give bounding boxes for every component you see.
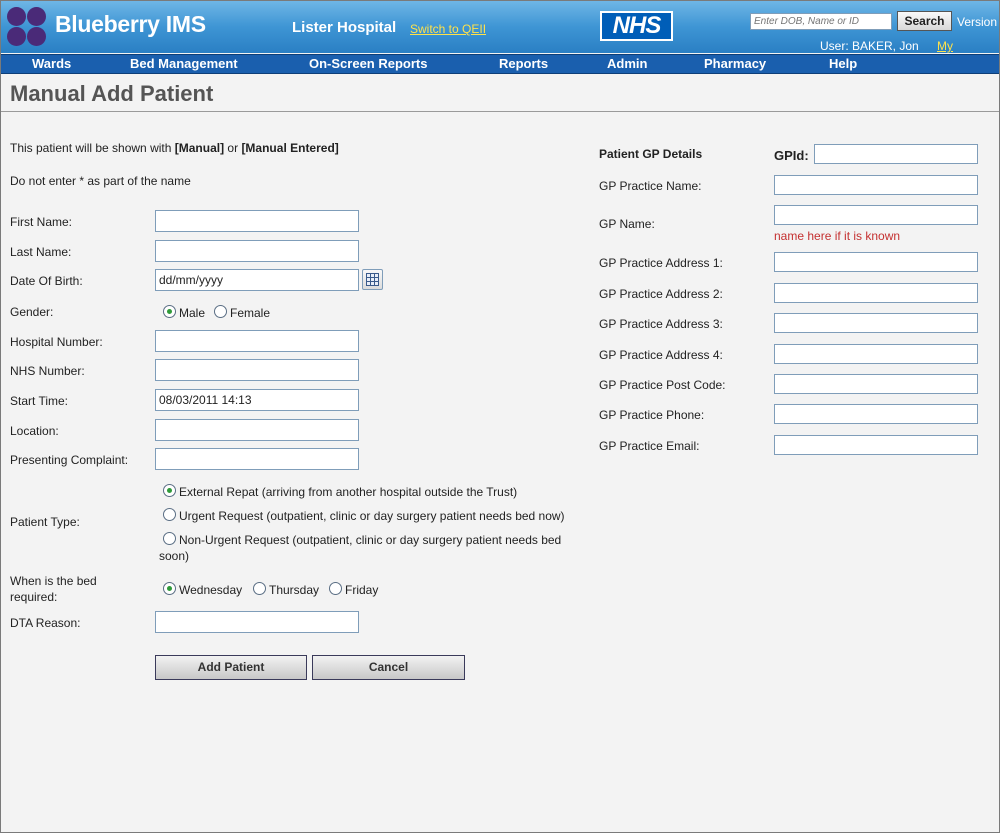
patient-type-external-radio[interactable] xyxy=(163,484,176,497)
presenting-complaint-label: Presenting Complaint: xyxy=(10,453,128,467)
nav-pharmacy[interactable]: Pharmacy xyxy=(704,56,766,71)
app-title: Blueberry IMS xyxy=(55,11,206,38)
add-patient-button[interactable]: Add Patient xyxy=(155,655,307,680)
gender-label: Gender: xyxy=(10,305,53,319)
patient-type-non-urgent-radio[interactable] xyxy=(163,532,176,545)
page-title: Manual Add Patient xyxy=(10,81,213,107)
gp-address2-field[interactable] xyxy=(774,283,978,303)
patient-type-urgent-radio[interactable] xyxy=(163,508,176,521)
location-field[interactable] xyxy=(155,419,359,441)
nhs-number-field[interactable] xyxy=(155,359,359,381)
nhs-logo: NHS xyxy=(600,11,673,41)
bed-thursday-radio[interactable] xyxy=(253,582,266,595)
gender-male-label: Male xyxy=(179,306,205,320)
gender-male-radio[interactable] xyxy=(163,305,176,318)
presenting-complaint-field[interactable] xyxy=(155,448,359,470)
hospital-name: Lister Hospital xyxy=(292,19,396,36)
title-divider xyxy=(1,111,999,112)
bed-required-label-1: When is the bed xyxy=(10,574,97,588)
bed-wednesday-radio[interactable] xyxy=(163,582,176,595)
gp-phone-label: GP Practice Phone: xyxy=(599,408,704,422)
user-label: User: BAKER, Jon xyxy=(820,39,919,53)
gp-address1-label: GP Practice Address 1: xyxy=(599,256,723,270)
gp-post-code-field[interactable] xyxy=(774,374,978,394)
gp-details-heading: Patient GP Details xyxy=(599,147,702,161)
patient-type-label: Patient Type: xyxy=(10,515,80,529)
patient-type-non-urgent-label: Non-Urgent Request (outpatient, clinic o… xyxy=(179,533,561,547)
bed-friday-radio[interactable] xyxy=(329,582,342,595)
gp-practice-name-field[interactable] xyxy=(774,175,978,195)
first-name-label: First Name: xyxy=(10,215,72,229)
bed-friday-label: Friday xyxy=(345,583,378,597)
app-header: Blueberry IMS Lister Hospital Switch to … xyxy=(1,1,999,53)
start-time-field[interactable] xyxy=(155,389,359,411)
dob-field[interactable] xyxy=(155,269,359,291)
bed-thursday-label: Thursday xyxy=(269,583,319,597)
hospital-number-label: Hospital Number: xyxy=(10,335,103,349)
manual-tag: [Manual] xyxy=(175,141,224,155)
nav-wards[interactable]: Wards xyxy=(32,56,71,71)
nav-admin[interactable]: Admin xyxy=(607,56,647,71)
calendar-icon xyxy=(366,273,379,286)
bed-wednesday-label: Wednesday xyxy=(179,583,242,597)
nav-reports[interactable]: Reports xyxy=(499,56,548,71)
nav-help[interactable]: Help xyxy=(829,56,857,71)
gp-address4-label: GP Practice Address 4: xyxy=(599,348,723,362)
blueberry-logo-icon xyxy=(7,7,47,47)
nhs-number-label: NHS Number: xyxy=(10,364,85,378)
nav-on-screen-reports[interactable]: On-Screen Reports xyxy=(309,56,427,71)
version-label: Version xyxy=(957,15,997,29)
patient-type-non-urgent-label-cont: soon) xyxy=(159,549,189,563)
gp-address3-field[interactable] xyxy=(774,313,978,333)
gpid-label: GPId: xyxy=(774,148,809,163)
first-name-field[interactable] xyxy=(155,210,359,232)
last-name-field[interactable] xyxy=(155,240,359,262)
manual-note: This patient will be shown with [Manual]… xyxy=(10,141,339,155)
gp-address4-field[interactable] xyxy=(774,344,978,364)
location-label: Location: xyxy=(10,424,59,438)
nav-bed-management[interactable]: Bed Management xyxy=(130,56,238,71)
gp-post-code-label: GP Practice Post Code: xyxy=(599,378,726,392)
start-time-label: Start Time: xyxy=(10,394,68,408)
gender-female-radio[interactable] xyxy=(214,305,227,318)
gp-address1-field[interactable] xyxy=(774,252,978,272)
manual-entered-tag: [Manual Entered] xyxy=(241,141,338,155)
gp-practice-name-label: GP Practice Name: xyxy=(599,179,701,193)
dob-label: Date Of Birth: xyxy=(10,274,83,288)
gender-female-label: Female xyxy=(230,306,270,320)
main-nav: Wards Bed Management On-Screen Reports R… xyxy=(1,54,999,74)
calendar-button[interactable] xyxy=(362,269,383,290)
manual-note-prefix: This patient will be shown with xyxy=(10,141,175,155)
nhs-logo-text: NHS xyxy=(602,13,671,39)
patient-type-external-label: External Repat (arriving from another ho… xyxy=(179,485,517,499)
patient-type-urgent-label: Urgent Request (outpatient, clinic or da… xyxy=(179,509,565,523)
gp-phone-field[interactable] xyxy=(774,404,978,424)
search-button[interactable]: Search xyxy=(897,11,952,31)
dta-reason-label: DTA Reason: xyxy=(10,616,80,630)
gp-name-label: GP Name: xyxy=(599,217,655,231)
gp-email-field[interactable] xyxy=(774,435,978,455)
dta-reason-field[interactable] xyxy=(155,611,359,633)
cancel-button[interactable]: Cancel xyxy=(312,655,465,680)
search-input[interactable] xyxy=(750,13,892,30)
last-name-label: Last Name: xyxy=(10,245,71,259)
gp-name-hint: name here if it is known xyxy=(774,229,900,243)
name-note: Do not enter * as part of the name xyxy=(10,174,191,188)
hospital-number-field[interactable] xyxy=(155,330,359,352)
gp-address2-label: GP Practice Address 2: xyxy=(599,287,723,301)
gp-name-field[interactable] xyxy=(774,205,978,225)
gpid-field[interactable] xyxy=(814,144,978,164)
gp-address3-label: GP Practice Address 3: xyxy=(599,317,723,331)
gp-email-label: GP Practice Email: xyxy=(599,439,699,453)
bed-required-label-2: required: xyxy=(10,590,57,604)
switch-hospital-link[interactable]: Switch to QEII xyxy=(410,22,486,36)
manual-note-or: or xyxy=(224,141,241,155)
